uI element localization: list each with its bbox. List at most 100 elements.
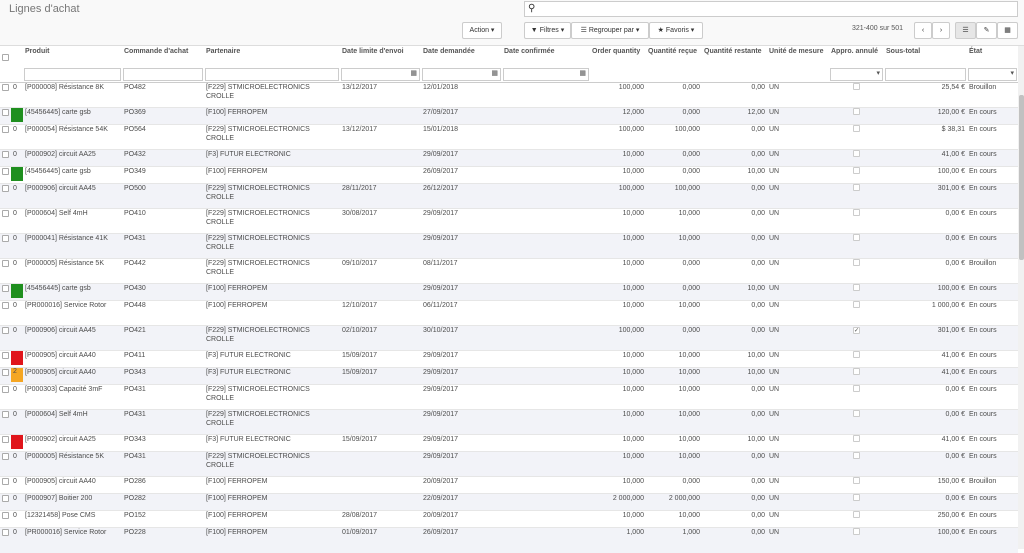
table-row[interactable]: [45456445] carte gsb PO369 [F100] FERROPEM… — [0, 107, 1018, 125]
table-row[interactable]: 0 [P000041] Résistance 41K PO431 [F229] STM… — [0, 233, 1018, 259]
table-row[interactable]: 0 [P000005] Résistance 5K PO431 [F229] STMI… — [0, 451, 1018, 477]
filter-input-sous-total[interactable] — [885, 68, 966, 81]
select-all-checkbox[interactable] — [2, 54, 9, 61]
row-checkbox[interactable] — [2, 285, 9, 292]
row-checkbox[interactable] — [2, 235, 9, 242]
row-checkbox[interactable] — [2, 386, 9, 393]
group-by-label: Regrouper par ▾ — [588, 27, 640, 34]
order-quantity-cell: 10,000 — [590, 283, 646, 301]
row-checkbox[interactable] — [2, 168, 9, 175]
filter-select-etat[interactable]: ▾ — [968, 68, 1017, 81]
received-quantity-cell: 10,000 — [646, 384, 702, 410]
table-row[interactable]: 0 [P000902] circuit AA25 PO432 [F3] FUTUR E… — [0, 149, 1018, 167]
column-header-appro-annule[interactable]: Appro. annulé — [829, 46, 884, 67]
table-row[interactable]: 0 [P000303] Capacité 3mF PO431 [F229] STMIC… — [0, 384, 1018, 410]
column-header-partenaire[interactable]: Partenaire — [204, 46, 340, 67]
row-checkbox[interactable] — [2, 478, 9, 485]
column-header-etat[interactable]: État — [967, 46, 1018, 67]
filter-input-date-confirmee[interactable]: ▦ — [503, 68, 589, 81]
calendar-icon[interactable]: ▦ — [579, 69, 586, 77]
table-row[interactable]: [45456445] carte gsb PO430 [F100] FERROPEM… — [0, 283, 1018, 301]
table-row[interactable]: [45456445] carte gsb PO349 [F100] FERROPEM… — [0, 166, 1018, 184]
row-select-cell — [0, 300, 11, 326]
row-checkbox[interactable] — [2, 84, 9, 91]
row-checkbox[interactable] — [2, 512, 9, 519]
date-limit-cell: 28/08/2017 — [340, 510, 421, 528]
row-checkbox[interactable] — [2, 126, 9, 133]
row-checkbox[interactable] — [2, 185, 9, 192]
filter-select-appro[interactable]: ▾ — [830, 68, 883, 81]
table-row[interactable]: 0 [P000008] Résistance 8K PO482 [F229] STMI… — [0, 82, 1018, 108]
column-header-order-quantity[interactable]: Order quantity — [590, 46, 646, 67]
table-row[interactable]: 0 [P000604] Self 4mH PO410 [F229] STMICROEL… — [0, 208, 1018, 234]
column-header-quantite-recue[interactable]: Quantité reçue — [646, 46, 702, 67]
row-checkbox[interactable] — [2, 369, 9, 376]
status-cell: En cours — [967, 367, 1018, 385]
calendar-view-button[interactable]: ▦ — [997, 22, 1018, 39]
subtotal-cell: 41,00 € — [884, 367, 967, 385]
calendar-icon[interactable]: ▦ — [410, 69, 417, 77]
filter-input-date-demandee[interactable]: ▦ — [422, 68, 501, 81]
subtotal-cell: 120,00 € — [884, 107, 967, 125]
table-row[interactable]: 0 [P000905] circuit AA40 PO286 [F100] FERRO… — [0, 476, 1018, 494]
table-row[interactable]: 0 [P000906] circuit AA45 PO421 [F229] STMIC… — [0, 325, 1018, 351]
filter-input-commande[interactable] — [123, 68, 203, 81]
form-view-button[interactable]: ✎ — [976, 22, 997, 39]
list-view-button[interactable]: ☰ — [955, 22, 976, 39]
row-checkbox[interactable] — [2, 260, 9, 267]
filter-input-produit[interactable] — [24, 68, 121, 81]
row-checkbox[interactable] — [2, 210, 9, 217]
search-icon[interactable]: ⚲ — [528, 3, 535, 14]
subtotal-cell: 0,00 € — [884, 384, 967, 410]
row-checkbox[interactable] — [2, 436, 9, 443]
filter-input-partenaire[interactable] — [205, 68, 339, 81]
column-header-date-demandee[interactable]: Date demandée — [421, 46, 502, 67]
column-header-produit[interactable]: Produit — [23, 46, 122, 67]
filters-button[interactable]: ▼ Filtres ▾ — [524, 22, 571, 39]
table-row[interactable]: 0 [P000054] Résistance 54K PO564 [F229] STM… — [0, 124, 1018, 150]
pager-next-button[interactable]: › — [932, 22, 950, 39]
calendar-icon[interactable]: ▦ — [491, 69, 498, 77]
pager-previous-button[interactable]: ‹ — [914, 22, 932, 39]
action-button[interactable]: Action ▾ — [462, 22, 502, 39]
row-checkbox[interactable] — [2, 352, 9, 359]
table-row[interactable]: [P000902] circuit AA25 PO343 [F3] FUTUR EL… — [0, 434, 1018, 452]
column-header-quantite-restante[interactable]: Quantité restante — [702, 46, 767, 67]
row-checkbox[interactable] — [2, 411, 9, 418]
column-header-date-limite[interactable]: Date limite d'envoi — [340, 46, 421, 67]
status-color-swatch — [11, 167, 23, 181]
column-header-unite[interactable]: Unité de mesure — [767, 46, 829, 67]
column-header-commande[interactable]: Commande d'achat — [122, 46, 204, 67]
table-row[interactable]: 0 [12321458] Pose CMS PO152 [F100] FERROPEM… — [0, 510, 1018, 528]
search-input[interactable]: ⚲ — [524, 1, 1018, 17]
received-quantity-cell: 0,000 — [646, 82, 702, 108]
date-confirmed-cell — [502, 476, 590, 494]
partner-cell: [F3] FUTUR ELECTRONIC — [204, 350, 340, 368]
procurement-cancelled-cell — [829, 183, 884, 209]
column-header-sous-total[interactable]: Sous-total — [884, 46, 967, 67]
table-row[interactable]: 2 [P000905] circuit AA40 PO343 [F3] FUTUR E… — [0, 367, 1018, 385]
row-checkbox[interactable] — [2, 327, 9, 334]
row-checkbox[interactable] — [2, 302, 9, 309]
row-checkbox[interactable] — [2, 453, 9, 460]
table-row[interactable]: [P000905] circuit AA40 PO411 [F3] FUTUR EL… — [0, 350, 1018, 368]
table-row[interactable]: 0 [P000906] circuit AA45 PO500 [F229] STMIC… — [0, 183, 1018, 209]
group-by-button[interactable]: ☰ Regrouper par ▾ — [571, 22, 649, 39]
table-row[interactable]: 0 [PR000016] Service Rotor PO448 [F100] FER… — [0, 300, 1018, 326]
date-limit-cell — [340, 384, 421, 410]
row-checkbox[interactable] — [2, 151, 9, 158]
procurement-cancelled-cell — [829, 300, 884, 326]
scrollbar-thumb[interactable] — [1019, 95, 1024, 260]
row-checkbox[interactable] — [2, 529, 9, 536]
column-header-date-confirmee[interactable]: Date confirmée — [502, 46, 590, 67]
date-confirmed-cell — [502, 409, 590, 435]
row-color-cell: 0 — [11, 476, 23, 494]
table-row[interactable]: 0 [P000005] Résistance 5K PO442 [F229] STMI… — [0, 258, 1018, 284]
favorites-button[interactable]: ★ Favoris ▾ — [649, 22, 703, 39]
row-checkbox[interactable] — [2, 495, 9, 502]
row-checkbox[interactable] — [2, 109, 9, 116]
subtotal-cell: $ 38,31 — [884, 124, 967, 150]
table-row[interactable]: 0 [P000907] Boitier 200 PO282 [F100] FERROP… — [0, 493, 1018, 511]
filter-input-date-limite[interactable]: ▦ — [341, 68, 420, 81]
table-row[interactable]: 0 [P000604] Self 4mH PO431 [F229] STMICROEL… — [0, 409, 1018, 435]
